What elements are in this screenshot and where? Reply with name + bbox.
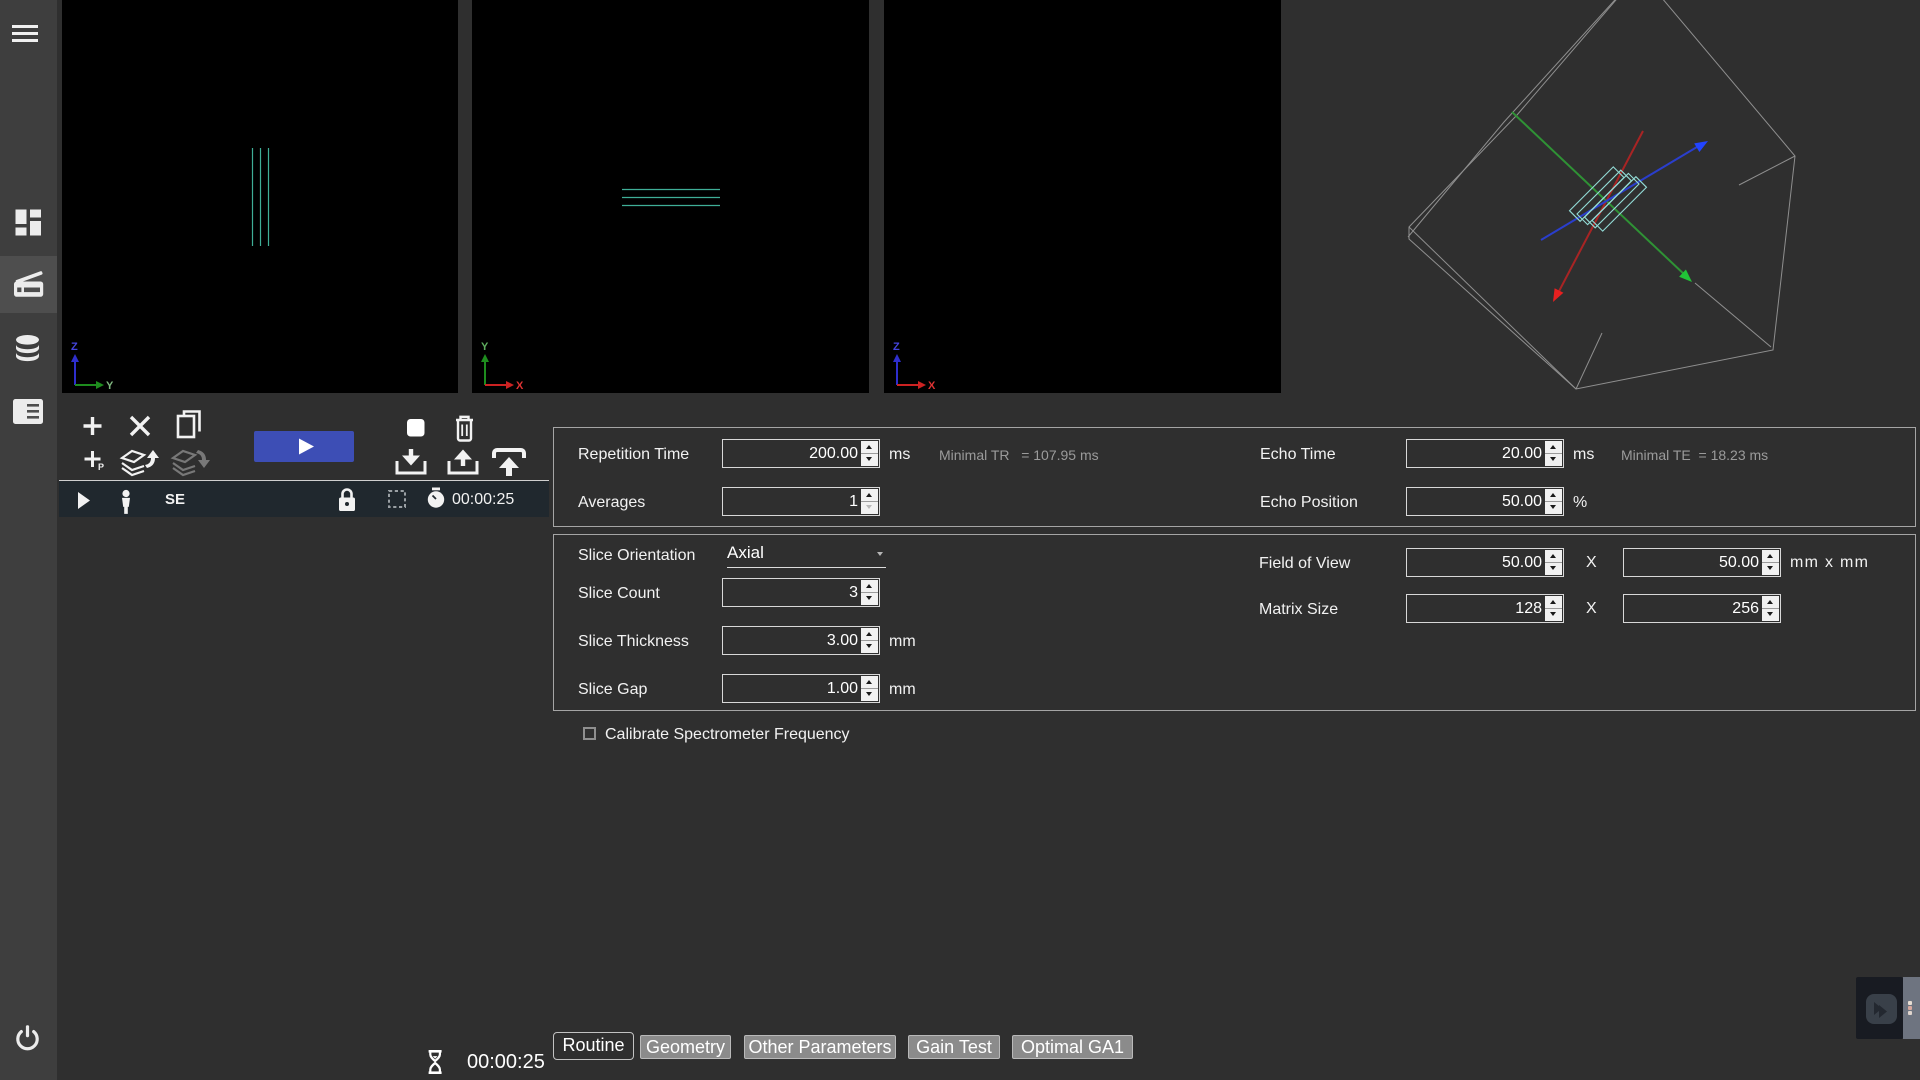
svg-text:Y: Y — [106, 380, 114, 392]
svg-text:X: X — [516, 380, 524, 392]
svg-text:Z: Z — [893, 341, 900, 353]
svg-text:X: X — [928, 380, 936, 392]
svg-text:P: P — [98, 462, 104, 472]
svg-text:Z: Z — [71, 341, 78, 353]
svg-text:Y: Y — [481, 341, 489, 353]
